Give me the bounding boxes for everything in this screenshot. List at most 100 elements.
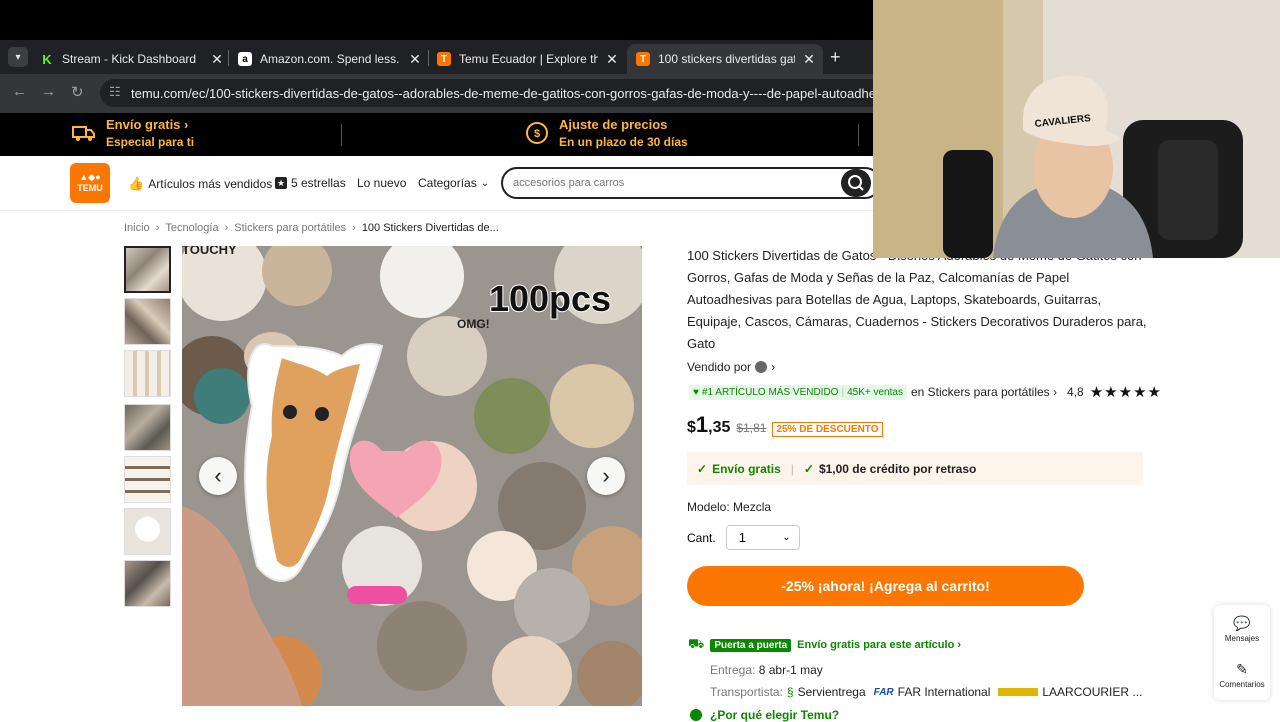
carrier-row: Transportista: § Servientrega FAR FAR In… bbox=[710, 685, 1142, 699]
close-icon[interactable]: ✕ bbox=[407, 51, 423, 68]
best-seller-row: ♥ #1 ARTÍCULO MÁS VENDIDO | 45K+ ventas … bbox=[689, 383, 1162, 401]
tab-temu-product[interactable]: T 100 stickers divertidas gatos de ✕ bbox=[627, 44, 823, 74]
add-to-cart-button[interactable]: -25% ¡ahora! ¡Agrega al carrito! bbox=[687, 566, 1084, 606]
messages-button[interactable]: 💬 Mensajes bbox=[1214, 615, 1270, 643]
star-badge-icon: ★ bbox=[275, 177, 287, 189]
temu-logo[interactable]: ▲◆● TEMU bbox=[70, 163, 110, 203]
product-thumbnail[interactable] bbox=[124, 456, 171, 503]
price-currency: $ bbox=[687, 419, 696, 436]
promo-divider bbox=[341, 124, 342, 146]
tab-kick[interactable]: K Stream - Kick Dashboard ✕ bbox=[40, 44, 225, 74]
breadcrumb-item[interactable]: Stickers para portátiles bbox=[234, 222, 346, 234]
tab-temu-ecuador[interactable]: T Temu Ecuador | Explore the Lat ✕ bbox=[437, 44, 620, 74]
award-icon: ♥ bbox=[693, 386, 699, 398]
webcam-overlay: CAVALIERS bbox=[873, 0, 1280, 258]
quantity-label: Cant. bbox=[687, 530, 716, 545]
tab-title: 100 stickers divertidas gatos de bbox=[658, 52, 795, 66]
breadcrumb-item[interactable]: Tecnología bbox=[165, 222, 218, 234]
nav-best-sellers[interactable]: 👍 Artículos más vendidos bbox=[128, 176, 272, 192]
product-thumbnail[interactable] bbox=[124, 246, 171, 293]
far-logo: FAR bbox=[873, 686, 894, 698]
forward-icon[interactable]: → bbox=[41, 83, 56, 100]
search-input[interactable]: accesorios para carros bbox=[513, 177, 624, 189]
site-info-icon[interactable]: ☷ bbox=[109, 84, 121, 100]
free-shipping-promo[interactable]: Envío gratis › Especial para ti bbox=[72, 117, 194, 149]
product-main-image[interactable]: 100pcs TOUCHY OMG! ‹ › bbox=[182, 246, 642, 706]
model-label: Modelo: Mezcla bbox=[687, 500, 772, 514]
servientrega-logo: § bbox=[786, 685, 794, 699]
logo-glyphs: ▲◆● bbox=[79, 172, 101, 182]
carrier-far: FAR International bbox=[897, 685, 991, 699]
promo-divider bbox=[858, 124, 859, 146]
next-image-button[interactable]: › bbox=[587, 457, 625, 495]
box-separator: | bbox=[790, 461, 794, 476]
price-adjust-title: Ajuste de precios bbox=[559, 117, 668, 132]
seller-row[interactable]: Vendido por › bbox=[687, 360, 775, 374]
nav-five-stars[interactable]: ★ 5 estrellas bbox=[275, 176, 346, 190]
product-title: 100 Stickers Divertidas de Gatos - Diseñ… bbox=[687, 248, 1147, 351]
star-icon: ★ bbox=[1118, 384, 1134, 401]
product-thumbnail[interactable] bbox=[124, 350, 171, 397]
star-icon: ★ bbox=[1089, 384, 1105, 401]
quantity-row: Cant. 1 ⌄ bbox=[687, 525, 800, 550]
url-text[interactable]: temu.com/ec/100-stickers-divertidas-de-g… bbox=[131, 86, 940, 101]
price-adjust-icon: $ bbox=[526, 122, 548, 144]
carrier-label: Transportista: bbox=[710, 685, 783, 699]
close-icon[interactable]: ✕ bbox=[604, 51, 620, 68]
breadcrumb-item[interactable]: Inicio bbox=[124, 222, 150, 234]
delivery-date: 8 abr-1 may bbox=[758, 663, 823, 677]
thumbs-up-icon: 👍 bbox=[128, 176, 145, 191]
free-shipping-title: Envío gratis bbox=[106, 117, 181, 132]
prev-image-button[interactable]: ‹ bbox=[199, 457, 237, 495]
nav-label: Categorías bbox=[418, 176, 477, 190]
image-caption: 100pcs bbox=[489, 278, 611, 319]
product-thumbnail[interactable] bbox=[124, 560, 171, 607]
product-thumbnail[interactable] bbox=[124, 404, 171, 451]
close-icon[interactable]: ✕ bbox=[209, 51, 225, 68]
reload-icon[interactable]: ↻ bbox=[71, 83, 84, 101]
free-shipping-subtitle: Especial para ti bbox=[106, 135, 195, 149]
tab-search-button[interactable]: ▾ bbox=[8, 47, 28, 67]
tab-title: Amazon.com. Spend less. Smile bbox=[260, 52, 401, 66]
tab-title: Stream - Kick Dashboard bbox=[62, 52, 197, 66]
price-decimal: ,35 bbox=[708, 419, 731, 436]
close-icon[interactable]: ✕ bbox=[801, 51, 817, 68]
tab-amazon[interactable]: a Amazon.com. Spend less. Smile ✕ bbox=[238, 44, 423, 74]
nav-categories[interactable]: Categorías ⌄ bbox=[418, 176, 489, 190]
free-shipping-item-text: Envío gratis para este artículo › bbox=[797, 639, 962, 651]
discount-badge: 25% DE DESCUENTO bbox=[772, 422, 883, 437]
nav-label: 5 estrellas bbox=[291, 176, 346, 190]
nav-label: Lo nuevo bbox=[357, 176, 407, 190]
truck-icon: ⛟ bbox=[688, 636, 705, 651]
nav-new[interactable]: Lo nuevo bbox=[357, 176, 406, 190]
quantity-select[interactable]: 1 ⌄ bbox=[725, 525, 800, 550]
delivery-date-row: Entrega: 8 abr-1 may bbox=[710, 663, 1142, 677]
star-rating[interactable]: ★★★★★ bbox=[1090, 383, 1162, 401]
door-to-door-row[interactable]: ⛟ Puerta a puerta Envío gratis para este… bbox=[688, 636, 1142, 654]
current-price: $1,35 bbox=[687, 412, 730, 438]
quantity-value: 1 bbox=[738, 530, 746, 545]
breadcrumb-current: 100 Stickers Divertidas de... bbox=[361, 222, 499, 234]
cat-stickers-collage: 100pcs TOUCHY OMG! bbox=[182, 246, 642, 706]
breadcrumb-separator: › bbox=[224, 222, 229, 234]
search-button[interactable] bbox=[841, 169, 871, 197]
new-tab-button[interactable]: + bbox=[830, 47, 841, 68]
back-icon[interactable]: ← bbox=[12, 83, 27, 100]
check-icon: ✓ bbox=[803, 461, 814, 476]
message-icon: 💬 bbox=[1233, 615, 1251, 631]
price-adjust-promo[interactable]: $ Ajuste de precios En un plazo de 30 dí… bbox=[525, 117, 688, 149]
amazon-icon: a bbox=[238, 52, 252, 66]
laarcourier-logo bbox=[998, 688, 1039, 696]
comments-button[interactable]: ✎ Comentarios bbox=[1214, 661, 1270, 689]
nav-label: Artículos más vendidos bbox=[148, 177, 273, 191]
chevron-left-icon: ‹ bbox=[214, 463, 222, 488]
chevron-right-icon: › bbox=[184, 117, 189, 132]
best-seller-badge[interactable]: ♥ #1 ARTÍCULO MÁS VENDIDO | 45K+ ventas bbox=[689, 384, 907, 400]
product-thumbnail[interactable] bbox=[124, 508, 171, 555]
price-adjust-subtitle: En un plazo de 30 días bbox=[559, 135, 688, 149]
sold-by-label: Vendido por bbox=[687, 360, 752, 374]
category-link-text: en Stickers para portátiles bbox=[910, 385, 1050, 399]
category-link[interactable]: en Stickers para portátiles › bbox=[911, 385, 1057, 399]
product-thumbnail[interactable] bbox=[124, 298, 171, 345]
tab-title: Temu Ecuador | Explore the Lat bbox=[459, 52, 598, 66]
